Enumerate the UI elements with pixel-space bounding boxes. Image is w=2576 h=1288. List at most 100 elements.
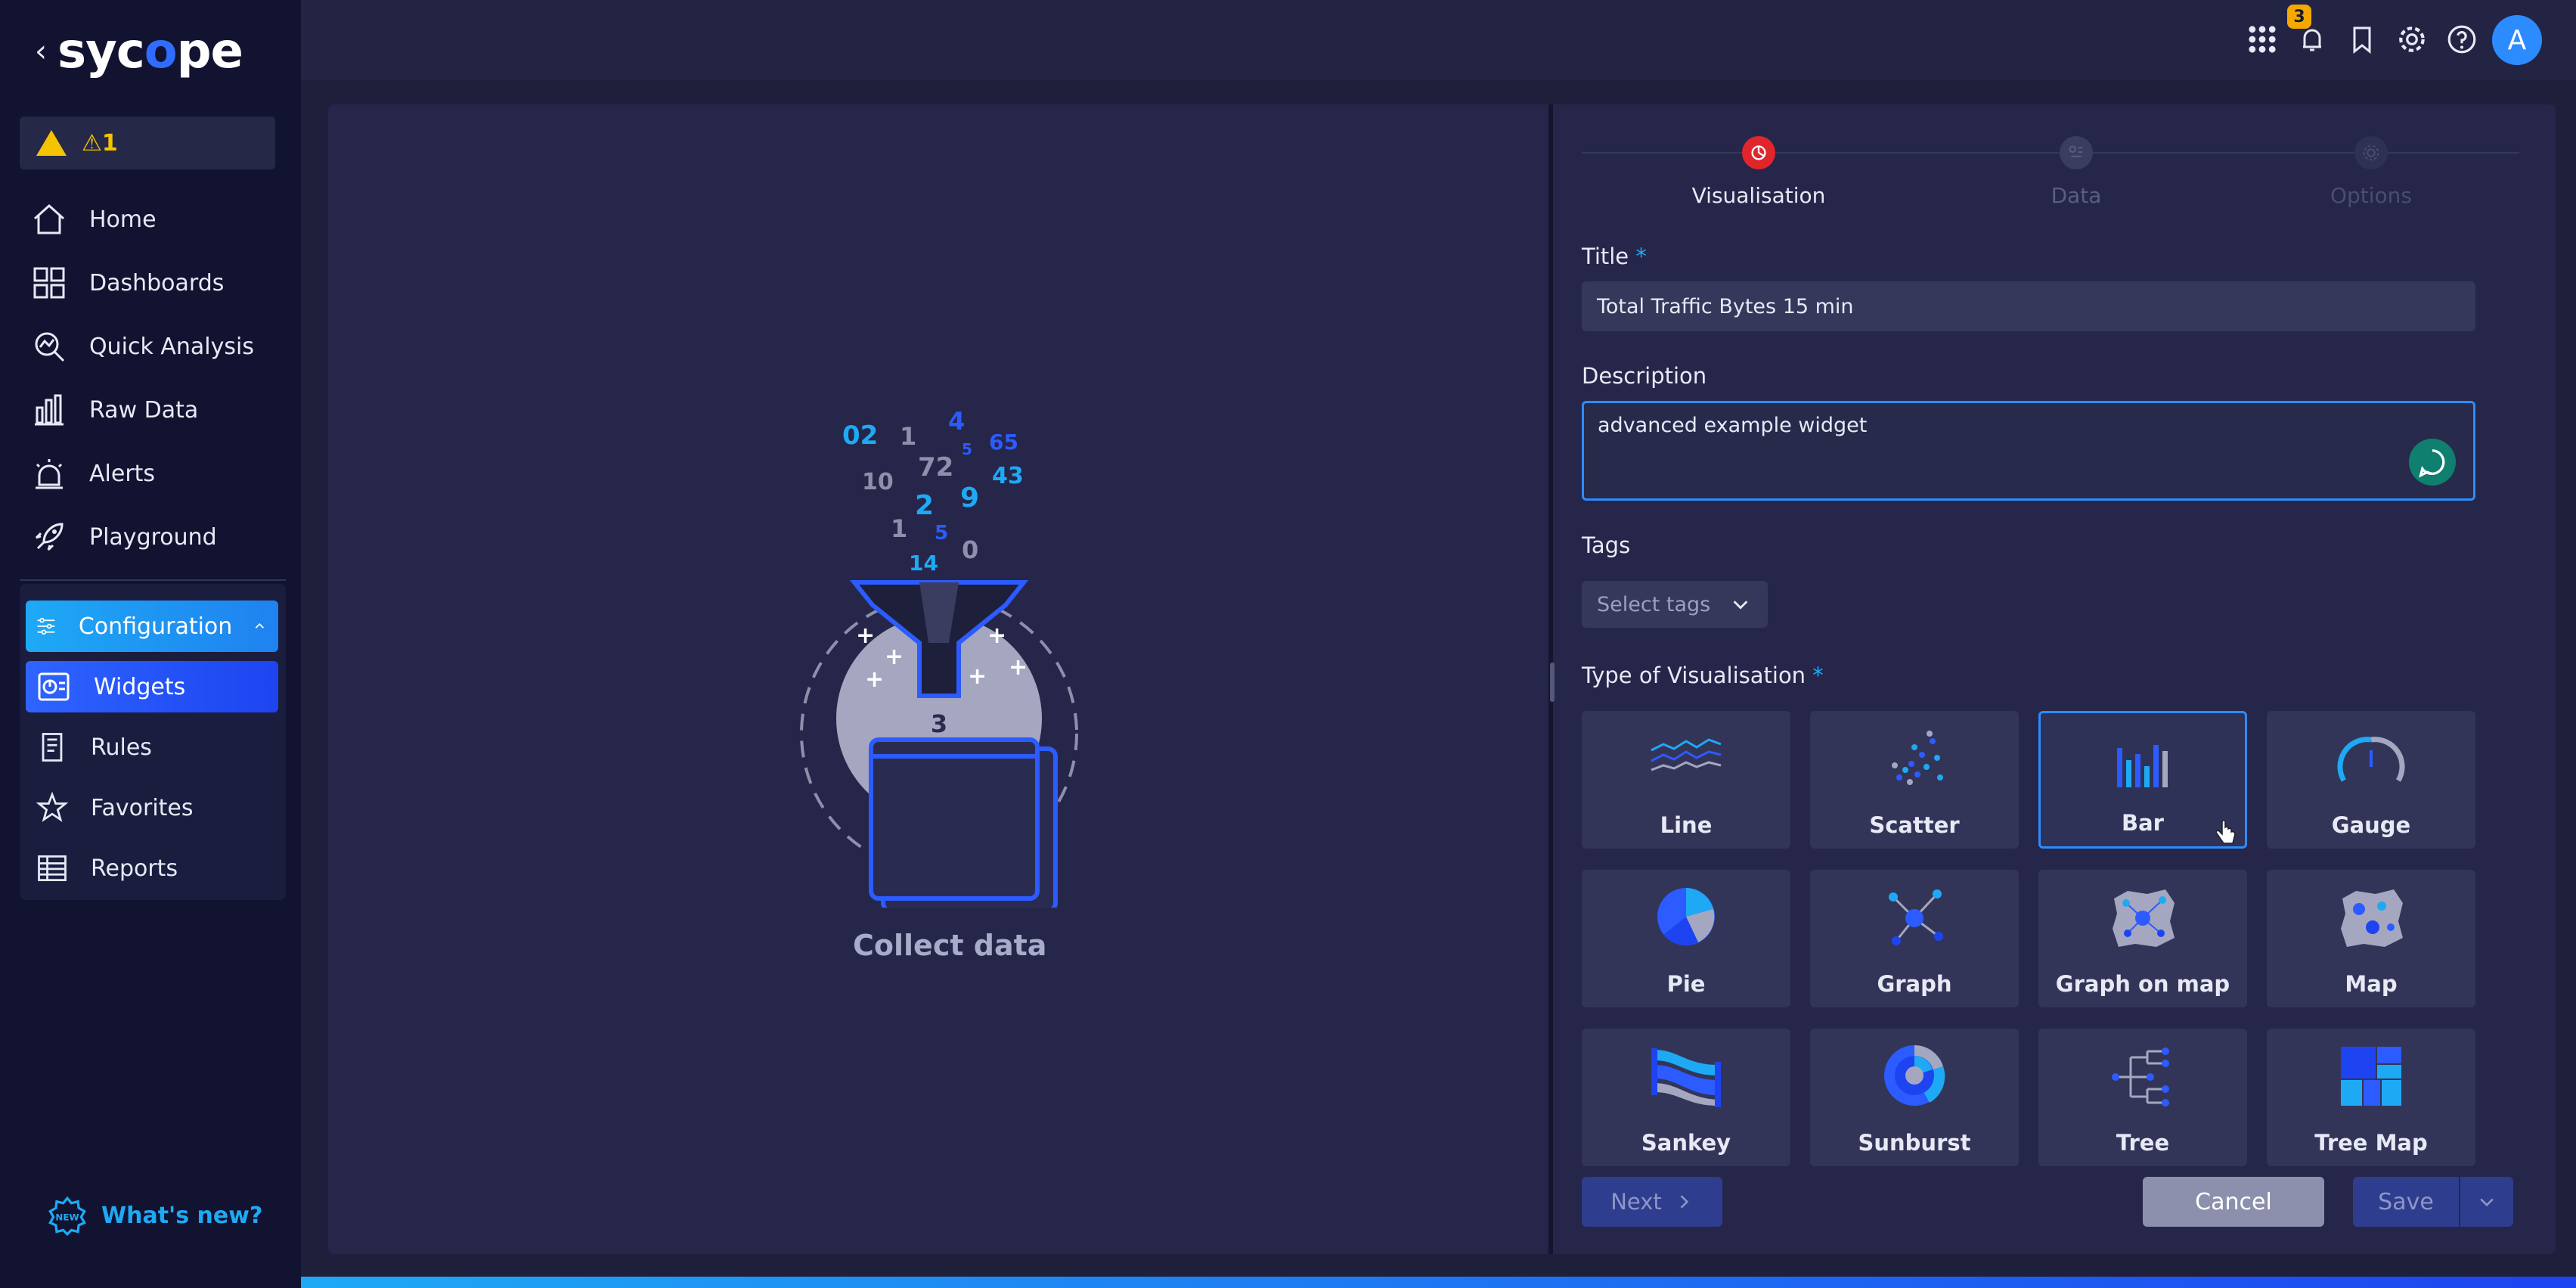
data-step-icon	[2060, 136, 2093, 169]
vis-type-label: Line	[1660, 812, 1713, 838]
vis-type-tree-map[interactable]: Tree Map	[2267, 1029, 2475, 1166]
nav-widgets[interactable]: Widgets	[26, 661, 278, 712]
illustration-number: 72	[918, 452, 954, 483]
vis-type-graph[interactable]: Graph	[1810, 870, 2019, 1007]
whats-new-link[interactable]: NEW What's new?	[47, 1195, 262, 1236]
vis-type-line[interactable]: Line	[1582, 711, 1790, 849]
graph-chart-icon	[1889, 889, 1943, 945]
sunburst-chart-icon	[1884, 1045, 1945, 1106]
description-field-label: Description	[1582, 363, 1707, 389]
vis-type-pie[interactable]: Pie	[1582, 870, 1790, 1007]
nav-dashboards-label: Dashboards	[89, 269, 225, 296]
step-visualisation[interactable]: Visualisation	[1645, 136, 1872, 208]
tree-chart-icon	[2112, 1047, 2169, 1106]
hand-cursor-icon	[2215, 820, 2236, 844]
top-bar	[301, 0, 2576, 80]
svg-text:+: +	[856, 622, 875, 649]
chevron-down-icon	[1733, 601, 1748, 610]
nav-favorites-label: Favorites	[91, 794, 194, 821]
vis-type-gauge[interactable]: Gauge	[2267, 711, 2475, 849]
chevron-right-icon	[1680, 1195, 1688, 1209]
tags-placeholder: Select tags	[1597, 592, 1711, 616]
vis-type-label: Tree Map	[2314, 1130, 2428, 1156]
description-textarea[interactable]: advanced example widget	[1582, 401, 2475, 501]
illustration-number: 02	[842, 421, 879, 451]
step-data[interactable]: Data	[1963, 136, 2190, 208]
vis-type-label: Graph	[1877, 971, 1952, 997]
vis-type-label: Sunburst	[1858, 1130, 1971, 1156]
rules-scroll-icon	[42, 733, 63, 762]
vis-type-label: Scatter	[1869, 812, 1960, 838]
nav-quick-analysis[interactable]: Quick Analysis	[30, 324, 254, 369]
alarm-icon	[36, 459, 63, 489]
vis-type-label: Tree	[2116, 1130, 2170, 1156]
tree-map-chart-icon	[2341, 1047, 2401, 1106]
new-badge-icon: NEW	[48, 1196, 86, 1236]
vis-type-graph-on-map[interactable]: Graph on map	[2038, 870, 2247, 1007]
vis-type-label: Bar	[2122, 810, 2164, 836]
nav-dashboards[interactable]: Dashboards	[30, 260, 224, 306]
bottom-accent-bar	[301, 1277, 2576, 1288]
vis-type-label: Pie	[1666, 971, 1706, 997]
illustration-number: 10	[862, 469, 894, 495]
cancel-button[interactable]: Cancel	[2143, 1177, 2324, 1227]
notification-count-badge: 3	[2287, 5, 2311, 29]
svg-text:+: +	[1009, 654, 1028, 681]
warning-icon	[36, 130, 67, 156]
illustration-number: 5	[935, 522, 949, 545]
collect-data-illustration: + + + + + + 3 02 1 4 65 10 72 5 43 2 9 1 5 0…	[786, 393, 1089, 908]
nav-quick-analysis-label: Quick Analysis	[89, 333, 254, 360]
line-chart-icon	[1651, 738, 1722, 771]
help-icon[interactable]	[2439, 17, 2485, 62]
vis-type-tree[interactable]: Tree	[2038, 1029, 2247, 1166]
pie-chart-icon	[1657, 888, 1715, 945]
nav-alerts[interactable]: Alerts	[30, 451, 155, 496]
vis-type-bar[interactable]: Bar	[2038, 711, 2247, 849]
step-options[interactable]: Options	[2258, 136, 2485, 208]
nav-playground[interactable]: Playground	[30, 514, 217, 560]
nav-reports[interactable]: Reports	[35, 846, 178, 891]
gauge-chart-icon	[2337, 737, 2405, 782]
save-options-dropdown[interactable]	[2460, 1177, 2513, 1227]
nav-raw-data[interactable]: Raw Data	[30, 387, 198, 433]
save-button[interactable]: Save	[2353, 1177, 2459, 1227]
illustration-caption: Collect data	[853, 929, 1047, 962]
vis-type-map[interactable]: Map	[2267, 870, 2475, 1007]
vis-type-label: Graph on map	[2055, 971, 2230, 997]
title-input[interactable]: Total Traffic Bytes 15 min	[1582, 281, 2475, 331]
nav-home-label: Home	[89, 206, 157, 233]
nav-home[interactable]: Home	[30, 197, 157, 242]
illustration-number: 14	[909, 551, 938, 576]
gear-icon[interactable]	[2389, 17, 2435, 62]
splitter-handle[interactable]	[1550, 663, 1555, 702]
svg-text:+: +	[987, 622, 1006, 649]
vis-type-scatter[interactable]: Scatter	[1810, 711, 2019, 849]
nav-alerts-label: Alerts	[89, 460, 156, 487]
apps-grid-icon[interactable]	[2240, 17, 2285, 62]
vis-type-sunburst[interactable]: Sunburst	[1810, 1029, 2019, 1166]
back-chevron-icon[interactable]: ‹	[35, 34, 47, 69]
tags-select[interactable]: Select tags	[1582, 581, 1768, 628]
vis-type-sankey[interactable]: Sankey	[1582, 1029, 1790, 1166]
sliders-icon	[37, 617, 55, 635]
next-button[interactable]: Next	[1582, 1177, 1722, 1227]
bookmark-icon[interactable]	[2339, 17, 2385, 62]
nav-rules[interactable]: Rules	[35, 725, 152, 770]
chat-bubble-icon[interactable]	[2409, 439, 2456, 486]
alert-count: ⚠1	[82, 129, 118, 157]
chevron-up-icon[interactable]	[253, 616, 266, 637]
nav-configuration[interactable]: Configuration	[26, 601, 278, 652]
required-mark: *	[1812, 663, 1824, 688]
nav-raw-data-label: Raw Data	[89, 396, 199, 424]
step-visualisation-label: Visualisation	[1691, 183, 1826, 208]
title-field-label: Title *	[1582, 244, 1647, 269]
quick-analysis-icon	[35, 332, 65, 362]
whats-new-label: What's new?	[101, 1202, 263, 1229]
illustration-number: 1	[891, 514, 908, 543]
alert-summary[interactable]: ⚠1	[20, 116, 275, 169]
user-avatar[interactable]: A	[2492, 15, 2542, 65]
scatter-chart-icon	[1892, 731, 1943, 785]
logo[interactable]: ‹ sycope	[35, 21, 243, 82]
nav-favorites[interactable]: Favorites	[35, 785, 194, 830]
step-data-label: Data	[2051, 183, 2102, 208]
